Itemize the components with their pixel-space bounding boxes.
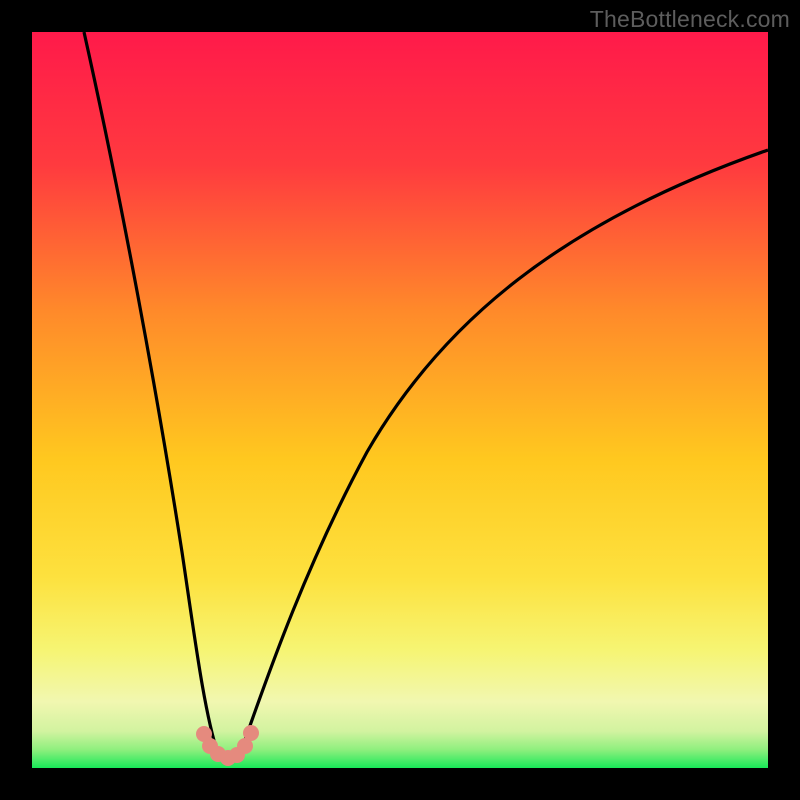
chart-curves [32, 32, 768, 768]
curve-right-branch [240, 150, 768, 754]
curve-left-branch [84, 32, 218, 754]
watermark-text: TheBottleneck.com [590, 6, 790, 33]
minimum-dots [196, 725, 259, 766]
